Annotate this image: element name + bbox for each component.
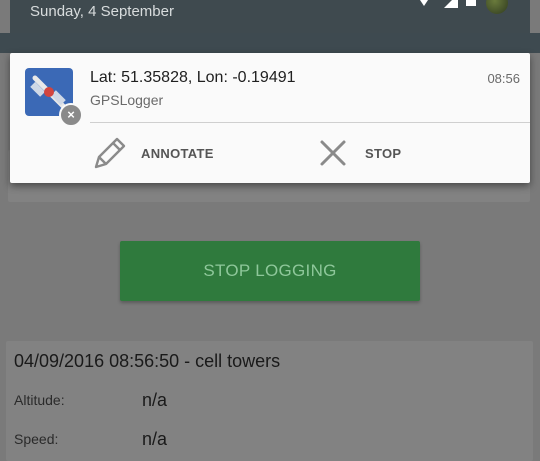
gpslogger-notification[interactable]: × Lat: 51.35828, Lon: -0.19491 GPSLogger… bbox=[10, 53, 530, 183]
close-icon bbox=[320, 140, 346, 166]
notification-time: 08:56 bbox=[487, 71, 520, 86]
annotate-button[interactable]: ANNOTATE bbox=[90, 133, 250, 173]
signal-icon bbox=[444, 0, 458, 8]
app-toolbar bbox=[0, 33, 540, 53]
speed-label: Speed: bbox=[14, 431, 59, 447]
stop-label: STOP bbox=[365, 146, 402, 161]
close-icon: × bbox=[59, 103, 83, 127]
info-title: 04/09/2016 08:56:50 - cell towers bbox=[14, 351, 281, 371]
altitude-value: n/a bbox=[142, 390, 168, 410]
wifi-icon bbox=[416, 0, 432, 6]
annotate-label: ANNOTATE bbox=[141, 146, 214, 161]
speed-value: n/a bbox=[142, 429, 168, 449]
stop-logging-button[interactable]: STOP LOGGING bbox=[120, 241, 420, 301]
location-info-card: 04/09/2016 08:56:50 - cell towers Altitu… bbox=[6, 341, 533, 461]
notification-divider bbox=[90, 122, 530, 123]
speed-row: Speed: n/a bbox=[14, 429, 167, 449]
notification-title: Lat: 51.35828, Lon: -0.19491 bbox=[90, 69, 296, 86]
notification-app-name: GPSLogger bbox=[90, 92, 164, 108]
date-label: Sunday, 4 September bbox=[30, 3, 174, 20]
altitude-row: Altitude: n/a bbox=[14, 390, 167, 410]
avatar[interactable] bbox=[486, 0, 508, 14]
battery-icon bbox=[466, 0, 476, 6]
shade-header: Sunday, 4 September bbox=[10, 0, 530, 33]
altitude-label: Altitude: bbox=[14, 392, 65, 408]
stop-button[interactable]: STOP bbox=[318, 133, 438, 173]
pencil-icon bbox=[94, 137, 126, 169]
